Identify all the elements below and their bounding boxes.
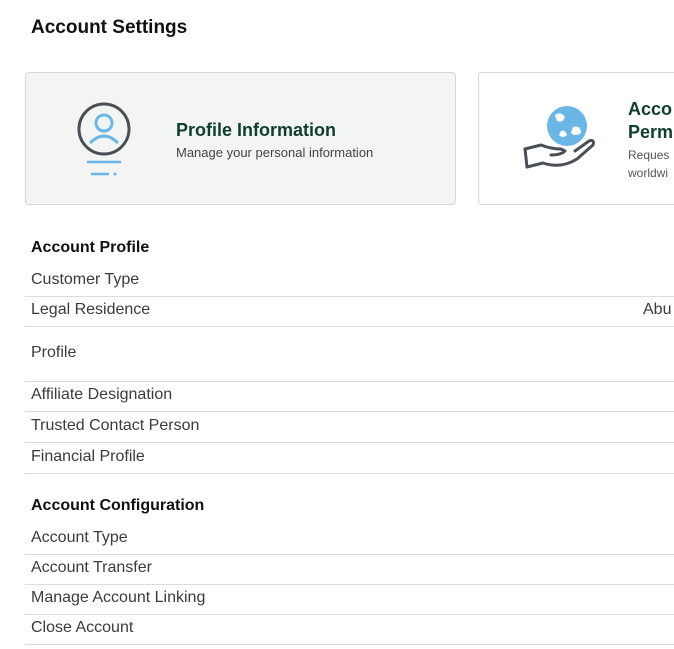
divider: [25, 296, 674, 297]
divider: [25, 381, 674, 382]
globe-hand-icon: [521, 105, 599, 180]
profile-label: Profile: [31, 344, 77, 361]
customer-type-label: Customer Type: [31, 271, 140, 288]
legal-residence-label: Legal Residence: [31, 301, 151, 318]
account-transfer-label: Account Transfer: [31, 559, 152, 576]
page-title: Account Settings: [31, 17, 188, 38]
affiliate-designation-label: Affiliate Designation: [31, 386, 173, 403]
profile-information-card[interactable]: Profile Information Manage your personal…: [25, 72, 456, 205]
account-configuration-heading: Account Configuration: [31, 497, 205, 514]
trusted-contact-person-label: Trusted Contact Person: [31, 417, 200, 434]
account-permissions-card[interactable]: Acco Perm Reques worldwi: [478, 72, 674, 205]
account-profile-heading: Account Profile: [31, 239, 150, 256]
profile-card-description: Manage your personal information: [176, 145, 374, 160]
divider: [25, 326, 674, 327]
permissions-card-description: Reques worldwi: [628, 148, 670, 180]
settings-cards: Profile Information Manage your personal…: [25, 72, 674, 208]
divider: [25, 442, 674, 443]
profile-icon: [76, 101, 132, 182]
permissions-card-title: Acco Perm: [628, 99, 674, 142]
manage-account-linking-label: Manage Account Linking: [31, 589, 206, 606]
account-type-label: Account Type: [31, 529, 128, 546]
divider: [25, 584, 674, 585]
profile-card-title: Profile Information: [176, 120, 337, 140]
divider: [25, 554, 674, 555]
permissions-card-text: Acco Perm Reques worldwi: [628, 98, 674, 182]
divider: [25, 473, 674, 474]
divider: [25, 614, 674, 615]
financial-profile-label: Financial Profile: [31, 448, 145, 465]
divider: [25, 644, 674, 645]
legal-residence-value: Abu: [643, 301, 672, 318]
profile-card-text: Profile Information Manage your personal…: [176, 119, 373, 162]
divider: [25, 411, 674, 412]
close-account-label: Close Account: [31, 619, 134, 636]
